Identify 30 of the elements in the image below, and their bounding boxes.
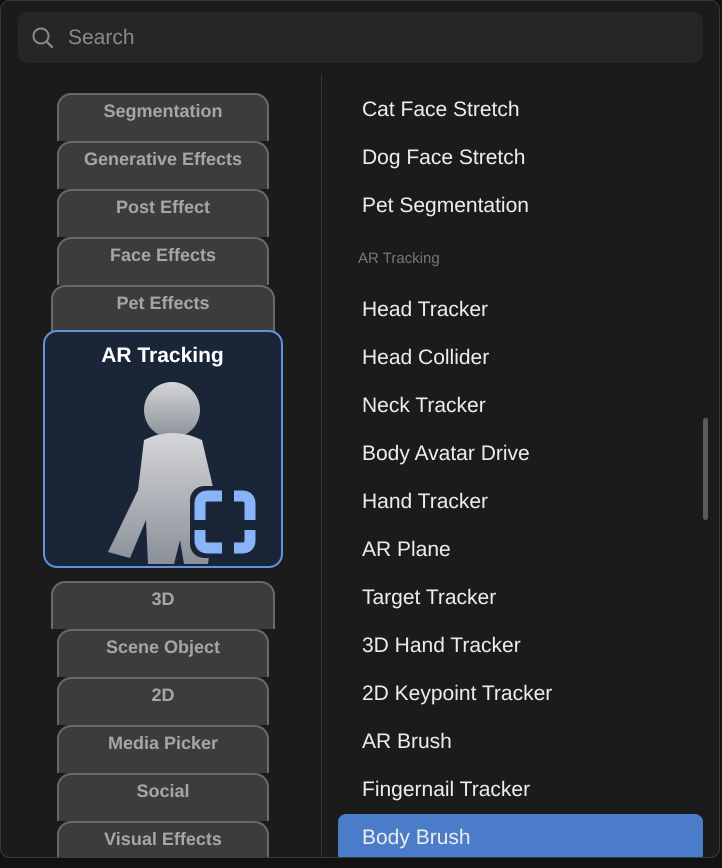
category-tab[interactable]: Segmentation bbox=[57, 93, 269, 141]
category-tab[interactable]: 2D bbox=[57, 677, 269, 725]
list-item[interactable]: Dog Face Stretch bbox=[338, 134, 703, 182]
section-header: AR Tracking bbox=[358, 250, 440, 266]
list-item[interactable]: Fingernail Tracker bbox=[338, 766, 703, 814]
category-tab[interactable]: Generative Effects bbox=[57, 141, 269, 189]
category-tab[interactable]: Scene Object bbox=[57, 629, 269, 677]
category-tab[interactable]: Social bbox=[57, 773, 269, 821]
list-item[interactable]: AR Plane bbox=[338, 526, 703, 574]
search-field[interactable]: Search bbox=[18, 12, 703, 63]
list-item[interactable]: AR Brush bbox=[338, 718, 703, 766]
list-item[interactable]: Neck Tracker bbox=[338, 382, 703, 430]
category-tab[interactable]: AR Tracking bbox=[42, 330, 282, 568]
category-tab[interactable]: Visual Effects bbox=[57, 821, 269, 857]
category-tab[interactable]: Post Effect bbox=[57, 189, 269, 237]
list-item[interactable]: Head Tracker bbox=[338, 286, 703, 334]
list-item[interactable]: Body Avatar Drive bbox=[338, 430, 703, 478]
list-item[interactable]: Head Collider bbox=[338, 334, 703, 382]
category-tab[interactable]: Media Picker bbox=[57, 725, 269, 773]
list-item[interactable]: Target Tracker bbox=[338, 574, 703, 622]
list-item[interactable]: Body Brush bbox=[338, 814, 703, 857]
category-tab[interactable]: 3D bbox=[51, 581, 275, 629]
list-item[interactable]: 2D Keypoint Tracker bbox=[338, 670, 703, 718]
category-tab[interactable]: Pet Effects bbox=[51, 285, 275, 333]
list-item[interactable]: 3D Hand Tracker bbox=[338, 622, 703, 670]
list-item[interactable]: Pet Segmentation bbox=[338, 182, 703, 230]
category-tab[interactable]: Face Effects bbox=[57, 237, 269, 285]
list-item[interactable]: Hand Tracker bbox=[338, 478, 703, 526]
scrollbar-thumb[interactable] bbox=[703, 418, 708, 520]
list-item[interactable]: Cat Face Stretch bbox=[338, 86, 703, 134]
